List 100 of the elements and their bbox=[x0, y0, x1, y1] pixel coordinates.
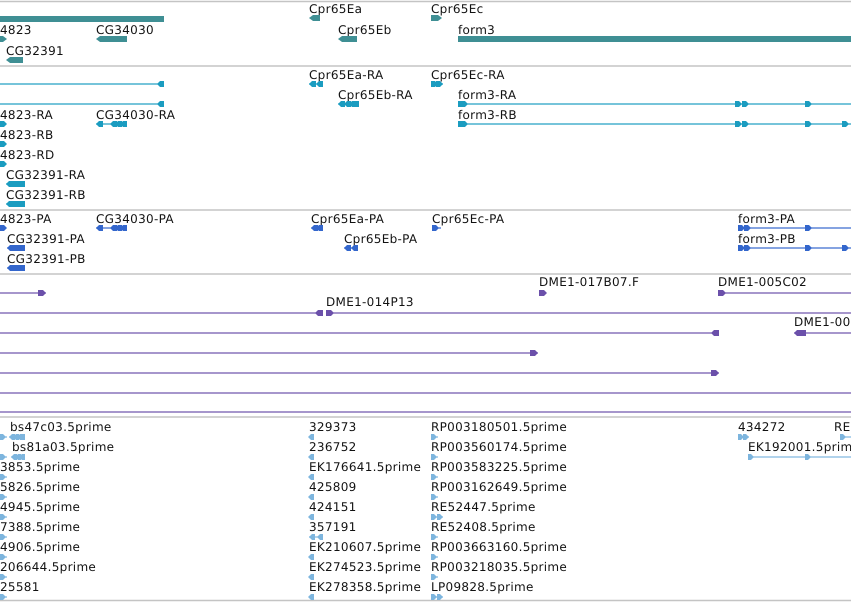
feature-label: Cpr65Eb-RA bbox=[338, 88, 413, 102]
feature-label: Cpr65Ec-RA bbox=[431, 68, 505, 82]
feature-label: RE52408.5prime bbox=[431, 520, 536, 534]
feature-label: 3853.5prime bbox=[0, 460, 80, 474]
transcript-glyph[interactable] bbox=[458, 121, 851, 127]
est-glyph[interactable] bbox=[9, 434, 25, 440]
transcript-glyph[interactable] bbox=[338, 101, 359, 107]
feature-label: RP003162649.5prime bbox=[431, 480, 568, 494]
clone-glyph[interactable] bbox=[0, 370, 719, 376]
feature-label: 4906.5prime bbox=[0, 540, 80, 554]
est-glyph[interactable] bbox=[308, 514, 314, 520]
est-glyph[interactable] bbox=[431, 534, 438, 540]
feature-label: 236752 bbox=[309, 440, 357, 454]
protein-glyph[interactable] bbox=[7, 265, 25, 271]
clone-glyph[interactable] bbox=[0, 290, 46, 296]
transcript-glyph[interactable] bbox=[458, 101, 851, 107]
est-glyph[interactable] bbox=[0, 454, 7, 460]
clone-glyph[interactable] bbox=[718, 290, 851, 296]
est-glyph[interactable] bbox=[308, 574, 314, 580]
protein-glyph[interactable] bbox=[7, 245, 25, 251]
transcript-glyph[interactable] bbox=[0, 101, 164, 107]
clone-glyph[interactable] bbox=[0, 350, 538, 356]
clone-glyph[interactable] bbox=[0, 310, 323, 316]
clone-glyph[interactable] bbox=[539, 290, 547, 296]
clone-glyph[interactable] bbox=[0, 330, 719, 336]
feature-label: 4823-RD bbox=[0, 148, 55, 162]
est-glyph[interactable] bbox=[431, 474, 438, 480]
est-glyph[interactable] bbox=[431, 594, 443, 600]
est-glyph[interactable] bbox=[308, 494, 314, 500]
protein-glyph[interactable] bbox=[0, 225, 7, 231]
transcript-glyph[interactable] bbox=[431, 81, 443, 87]
transcript-glyph[interactable] bbox=[0, 81, 164, 87]
feature-label: 4823-PA bbox=[0, 212, 52, 226]
feature-label: 357191 bbox=[309, 520, 357, 534]
feature-label: RP003663160.5prime bbox=[431, 540, 568, 554]
feature-label: 25581 bbox=[0, 580, 40, 594]
transcript-glyph[interactable] bbox=[6, 181, 25, 187]
est-glyph[interactable] bbox=[431, 494, 438, 500]
feature-label: EK278358.5prime bbox=[309, 580, 422, 594]
transcript-glyph[interactable] bbox=[0, 141, 7, 147]
gene-glyph[interactable] bbox=[338, 36, 357, 42]
est-glyph[interactable] bbox=[840, 434, 851, 440]
est-glyph[interactable] bbox=[431, 454, 438, 460]
transcript-glyph[interactable] bbox=[309, 81, 323, 87]
feature-label: DME1-014P13 bbox=[326, 295, 414, 309]
feature-label: Cpr65Eb-PA bbox=[344, 232, 418, 246]
feature-label: Cpr65Eb bbox=[338, 23, 392, 37]
est-glyph[interactable] bbox=[309, 534, 323, 540]
protein-glyph[interactable] bbox=[344, 245, 358, 251]
gene-glyph[interactable] bbox=[309, 15, 320, 21]
gene-glyph[interactable] bbox=[0, 36, 7, 42]
protein-glyph[interactable] bbox=[738, 245, 851, 251]
est-glyph[interactable] bbox=[0, 534, 7, 540]
est-glyph[interactable] bbox=[308, 594, 314, 600]
est-glyph[interactable] bbox=[431, 434, 438, 440]
feature-label: RP003180501.5prime bbox=[431, 420, 568, 434]
est-glyph[interactable] bbox=[0, 514, 7, 520]
protein-glyph[interactable] bbox=[738, 225, 851, 231]
est-glyph[interactable] bbox=[748, 454, 851, 460]
gene-glyph[interactable] bbox=[431, 15, 442, 21]
feature-label: 425809 bbox=[309, 480, 357, 494]
feature-label: Cpr65Ea bbox=[309, 2, 362, 16]
feature-label: 206644.5prime bbox=[0, 560, 96, 574]
est-glyph[interactable] bbox=[0, 474, 7, 480]
clone-glyph[interactable] bbox=[794, 330, 851, 336]
feature-label: bs81a03.5prime bbox=[12, 440, 114, 454]
est-glyph[interactable] bbox=[0, 434, 7, 440]
transcript-glyph[interactable] bbox=[96, 121, 127, 127]
feature-label: CG32391-RA bbox=[6, 168, 86, 182]
est-glyph[interactable] bbox=[308, 434, 314, 440]
est-glyph[interactable] bbox=[308, 554, 314, 560]
gene-glyph[interactable] bbox=[96, 36, 127, 42]
est-glyph[interactable] bbox=[0, 574, 7, 580]
feature-label: form3-RB bbox=[458, 108, 517, 122]
est-glyph[interactable] bbox=[308, 474, 314, 480]
protein-glyph[interactable] bbox=[432, 225, 441, 231]
est-glyph[interactable] bbox=[738, 434, 749, 440]
est-glyph[interactable] bbox=[308, 454, 314, 460]
feature-label: CG34030-PA bbox=[96, 212, 174, 226]
feature-label: CG34030-RA bbox=[96, 108, 176, 122]
protein-glyph[interactable] bbox=[311, 225, 323, 231]
feature-label: form3-PA bbox=[738, 212, 796, 226]
est-glyph[interactable] bbox=[0, 494, 7, 500]
transcript-glyph[interactable] bbox=[0, 121, 7, 127]
transcript-glyph[interactable] bbox=[6, 201, 25, 207]
est-glyph[interactable] bbox=[0, 554, 7, 560]
clone-glyph[interactable] bbox=[326, 310, 851, 316]
feature-label: CG34030 bbox=[96, 23, 154, 37]
feature-label: 4823-RB bbox=[0, 128, 54, 142]
est-glyph[interactable] bbox=[431, 554, 438, 560]
feature-label: form3-RA bbox=[458, 88, 516, 102]
gene-glyph[interactable] bbox=[6, 57, 23, 63]
feature-label: RE bbox=[834, 420, 851, 434]
protein-glyph[interactable] bbox=[96, 225, 127, 231]
est-glyph[interactable] bbox=[0, 594, 7, 600]
feature-label: Cpr65Ec bbox=[431, 2, 484, 16]
est-glyph[interactable] bbox=[431, 514, 443, 520]
feature-label: Cpr65Ea-RA bbox=[309, 68, 384, 82]
est-glyph[interactable] bbox=[431, 574, 438, 580]
transcript-glyph[interactable] bbox=[0, 161, 7, 167]
